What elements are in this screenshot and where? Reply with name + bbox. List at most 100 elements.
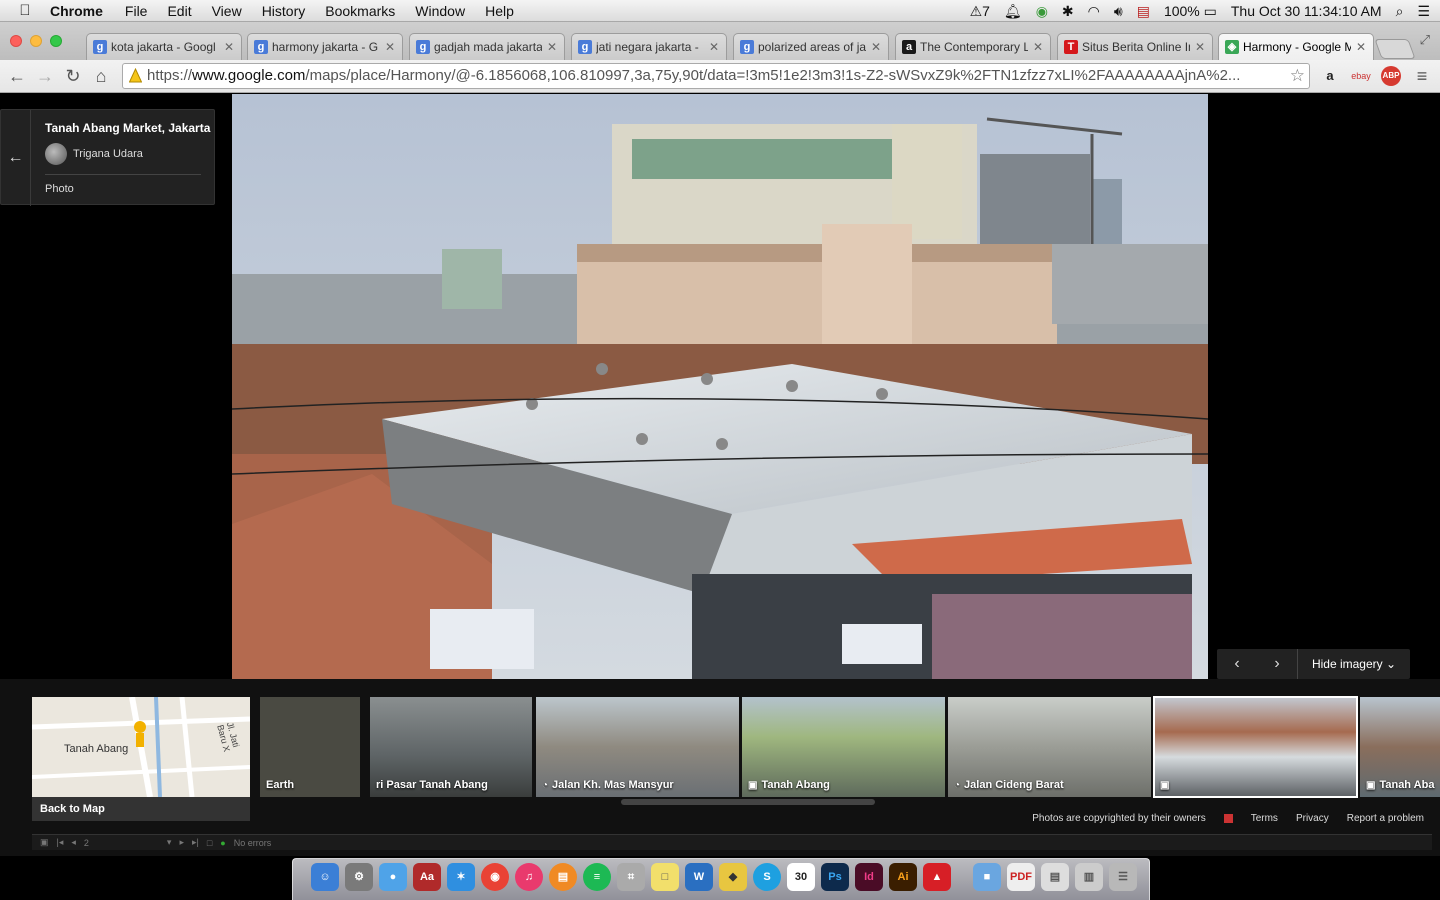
photo-author[interactable]: Trigana Udara: [45, 143, 143, 165]
acrobat-icon[interactable]: ▲: [923, 863, 951, 891]
calendar-icon[interactable]: 30: [787, 863, 815, 891]
stop-icon[interactable]: ▣: [40, 837, 49, 848]
browser-tab[interactable]: g kota jakarta - Googl ✕: [86, 33, 242, 60]
tab-close-icon[interactable]: ✕: [1194, 40, 1206, 54]
dictionary-icon[interactable]: Aa: [413, 863, 441, 891]
trash-icon[interactable]: ☰: [1109, 863, 1137, 891]
bluetooth-icon[interactable]: ✱: [1062, 3, 1074, 20]
volume-icon[interactable]: 🔊︎: [1114, 3, 1123, 20]
flag-icon[interactable]: ▤: [1137, 3, 1150, 20]
menu-app-name[interactable]: Chrome: [50, 3, 103, 19]
preview-icon[interactable]: ▤: [1041, 863, 1069, 891]
pdf-file-icon[interactable]: PDF: [1007, 863, 1035, 891]
browser-tab[interactable]: g polarized areas of ja ✕: [733, 33, 889, 60]
filmstrip-thumb[interactable]: ▣ Tanah Aba: [1360, 697, 1440, 797]
menu-edit[interactable]: Edit: [167, 3, 191, 19]
spotify-icon[interactable]: ≡: [583, 863, 611, 891]
tab-close-icon[interactable]: ✕: [1355, 40, 1367, 54]
flag-icon[interactable]: [1223, 814, 1233, 823]
menu-history[interactable]: History: [262, 3, 306, 19]
next-photo-chevron-icon[interactable]: ›: [1257, 655, 1297, 673]
forward-arrow-icon[interactable]: →: [34, 65, 56, 87]
filmstrip-thumb[interactable]: ▣ Tanah Abang: [742, 697, 945, 797]
photoshop-icon[interactable]: Ps: [821, 863, 849, 891]
stickies-icon[interactable]: □: [651, 863, 679, 891]
itunes-icon[interactable]: ♫: [515, 863, 543, 891]
apple-icon[interactable]: : [0, 2, 50, 19]
main-photo[interactable]: [232, 94, 1208, 679]
filmstrip-thumb[interactable]: ◔ Jalan Kh. Mas Mansyur: [536, 697, 739, 797]
dropdown-icon[interactable]: ▾: [167, 837, 172, 848]
tab-close-icon[interactable]: ✕: [708, 40, 720, 54]
word-icon[interactable]: W: [685, 863, 713, 891]
copy-icon[interactable]: □: [207, 838, 212, 848]
tab-close-icon[interactable]: ✕: [546, 40, 558, 54]
chrome-icon[interactable]: ◉: [481, 863, 509, 891]
browser-tab[interactable]: g harmony jakarta - G ✕: [247, 33, 403, 60]
privacy-link[interactable]: Privacy: [1296, 813, 1329, 824]
spotlight-search-icon[interactable]: ⌕: [1396, 3, 1404, 20]
skype-icon[interactable]: S: [753, 863, 781, 891]
battery-status[interactable]: 100% ▭: [1164, 3, 1217, 20]
clock[interactable]: Thu Oct 30 11:34:10 AM: [1231, 3, 1382, 19]
indesign-icon[interactable]: Id: [855, 863, 883, 891]
wifi-icon[interactable]: ◠: [1088, 3, 1100, 20]
prev-page-icon[interactable]: ◂: [71, 837, 76, 848]
tab-close-icon[interactable]: ✕: [870, 40, 882, 54]
browser-tab[interactable]: a The Contemporary L ✕: [895, 33, 1051, 60]
browser-tab[interactable]: g gadjah mada jakarta ✕: [409, 33, 565, 60]
tab-close-icon[interactable]: ✕: [384, 40, 396, 54]
documents-folder-icon[interactable]: ■: [973, 863, 1001, 891]
minimize-window-button[interactable]: [30, 35, 42, 47]
browser-tab-active[interactable]: ◈ Harmony - Google M ✕: [1218, 33, 1374, 60]
notification-center-icon[interactable]: ☰: [1417, 3, 1430, 20]
ebay-extension-icon[interactable]: ebay: [1348, 66, 1374, 86]
adobe-icon[interactable]: ⚠︎7: [970, 3, 990, 20]
close-window-button[interactable]: [10, 35, 22, 47]
back-arrow-icon[interactable]: ←: [1, 110, 31, 206]
filmstrip-thumb-selected[interactable]: ▣: [1153, 696, 1358, 798]
menu-window[interactable]: Window: [415, 3, 465, 19]
fetch-icon[interactable]: ◆: [719, 863, 747, 891]
map-thumbnail[interactable]: Tanah Abang Jl. Jati Baru X: [32, 697, 250, 797]
zoom-window-button[interactable]: [50, 35, 62, 47]
system-preferences-icon[interactable]: ⚙: [345, 863, 373, 891]
safari-icon[interactable]: ✶: [447, 863, 475, 891]
calculator-icon[interactable]: ⌗: [617, 863, 645, 891]
illustrator-icon[interactable]: Ai: [889, 863, 917, 891]
messages-icon[interactable]: ●: [379, 863, 407, 891]
filmstrip-thumb[interactable]: ◔ Jalan Cideng Barat: [948, 697, 1151, 797]
last-page-icon[interactable]: ▸|: [192, 837, 199, 848]
bookmark-star-icon[interactable]: ☆: [1290, 64, 1305, 88]
terms-link[interactable]: Terms: [1251, 813, 1278, 824]
back-to-map-button[interactable]: Back to Map: [32, 797, 250, 821]
menu-help[interactable]: Help: [485, 3, 514, 19]
tab-close-icon[interactable]: ✕: [1032, 40, 1044, 54]
finder-icon[interactable]: ☺: [311, 863, 339, 891]
menu-bookmarks[interactable]: Bookmarks: [325, 3, 395, 19]
filmstrip-thumb[interactable]: ri Pasar Tanah Abang: [370, 697, 532, 797]
reload-icon[interactable]: ↻: [62, 65, 84, 87]
menu-file[interactable]: File: [125, 3, 148, 19]
adblock-plus-icon[interactable]: ABP: [1381, 66, 1401, 86]
photos-stack-icon[interactable]: ▥: [1075, 863, 1103, 891]
address-bar[interactable]: https://www.google.com/maps/place/Harmon…: [122, 63, 1310, 89]
next-page-icon[interactable]: ▸: [179, 837, 184, 848]
fullscreen-icon[interactable]: ⤢: [1420, 32, 1430, 48]
filmstrip-scrollbar[interactable]: [621, 799, 875, 805]
menu-view[interactable]: View: [212, 3, 242, 19]
report-problem-link[interactable]: Report a problem: [1347, 813, 1424, 824]
hide-imagery-button[interactable]: Hide imagery ⌄: [1297, 649, 1410, 679]
page-number[interactable]: 2: [84, 838, 89, 848]
home-icon[interactable]: ⌂: [90, 65, 112, 87]
notification-bell-icon[interactable]: 🔔︎: [1004, 3, 1022, 20]
browser-tab[interactable]: g jati negara jakarta - ✕: [571, 33, 727, 60]
tab-close-icon[interactable]: ✕: [223, 40, 235, 54]
new-tab-button[interactable]: [1374, 39, 1416, 59]
amazon-extension-icon[interactable]: a: [1320, 66, 1340, 86]
browser-tab[interactable]: T Situs Berita Online In ✕: [1057, 33, 1213, 60]
back-arrow-icon[interactable]: ←: [6, 65, 28, 87]
filmstrip-thumb-earth[interactable]: Earth: [260, 697, 360, 797]
evernote-icon[interactable]: ◉: [1036, 3, 1048, 20]
ibooks-icon[interactable]: ▤: [549, 863, 577, 891]
